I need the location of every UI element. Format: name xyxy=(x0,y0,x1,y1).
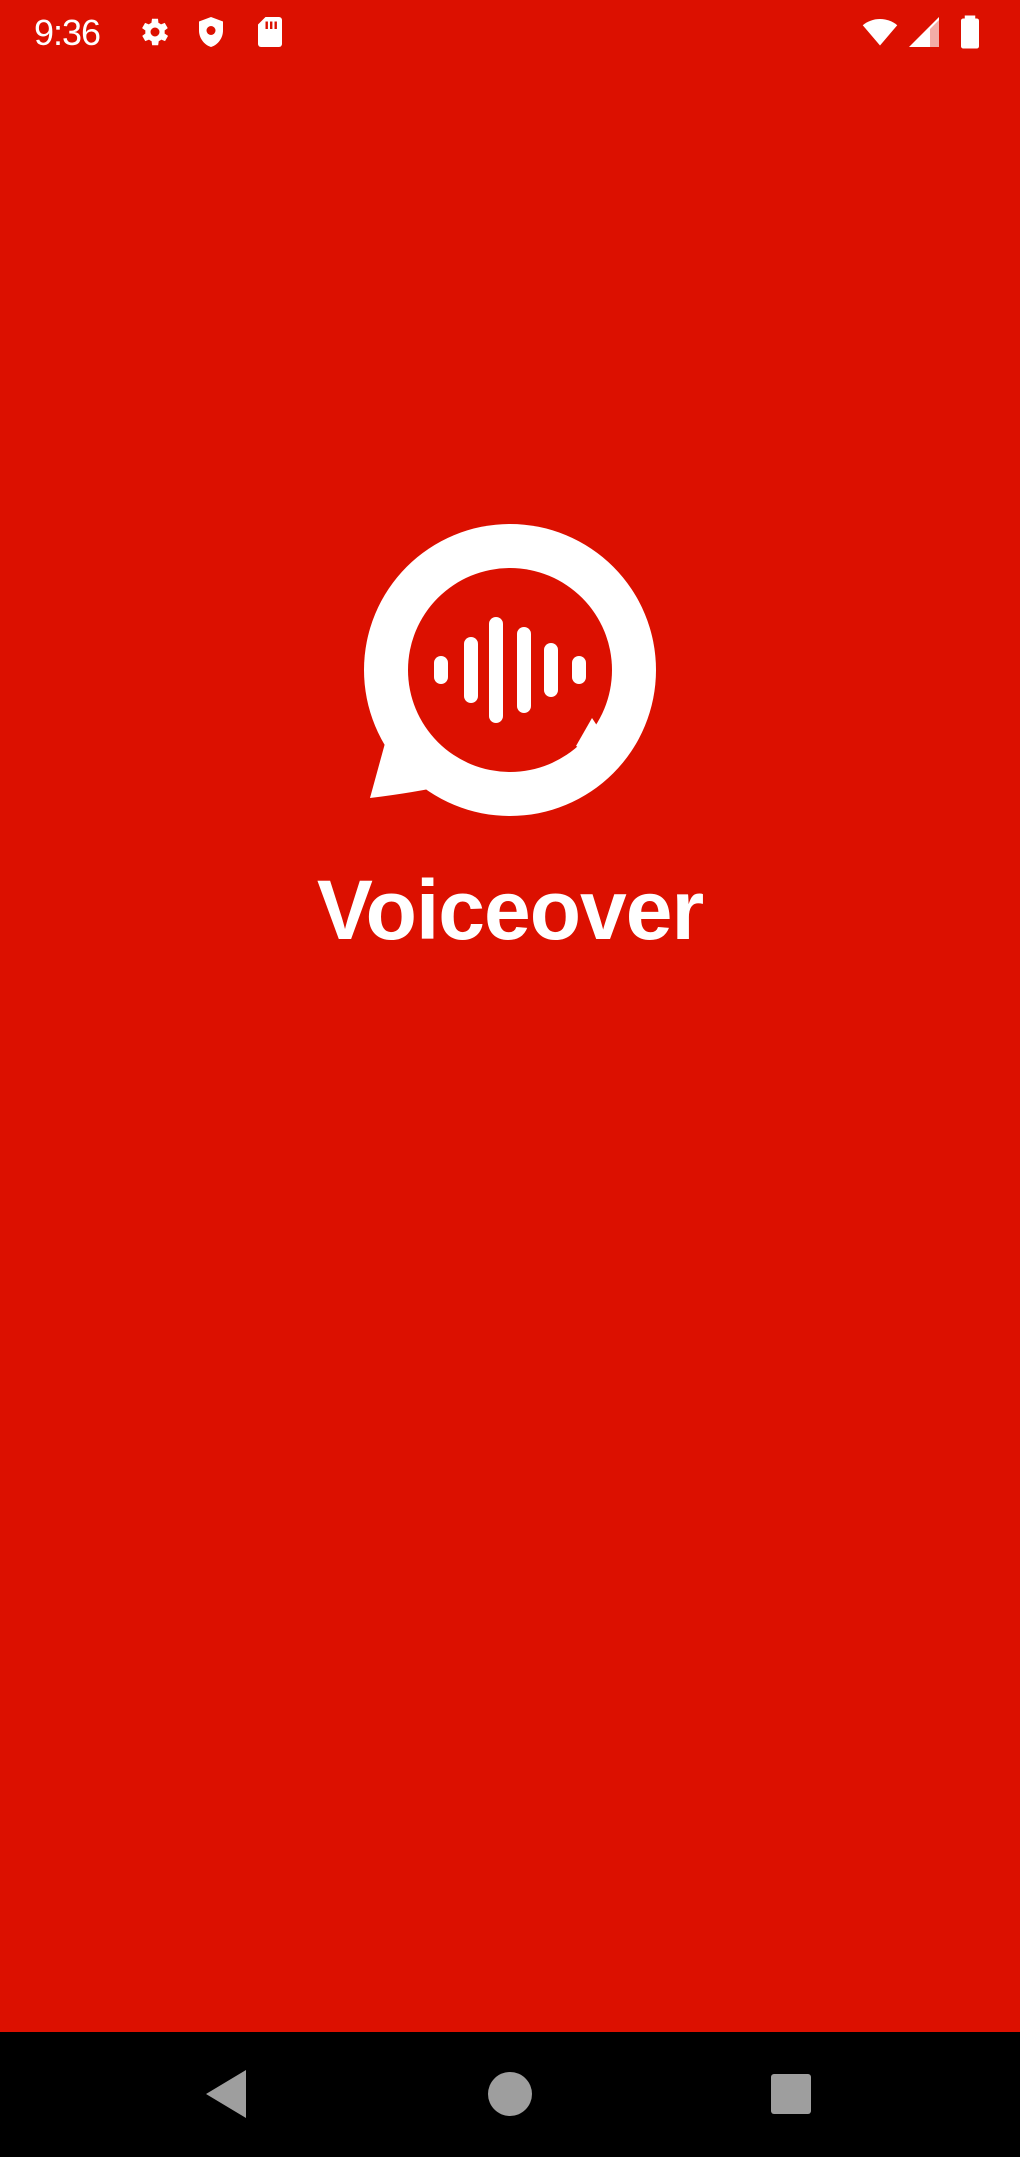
voice-chat-bubble-icon xyxy=(360,520,660,820)
recents-icon[interactable] xyxy=(751,2054,831,2134)
back-icon[interactable] xyxy=(188,2054,268,2134)
navigation-bar xyxy=(0,2032,1020,2157)
shield-icon xyxy=(193,14,229,50)
home-icon[interactable] xyxy=(470,2054,550,2134)
app-name: Voiceover xyxy=(316,863,704,957)
gear-icon xyxy=(137,14,173,50)
status-time: 9:36 xyxy=(34,12,101,53)
sim-card-icon xyxy=(252,14,288,50)
battery-icon xyxy=(952,14,988,50)
signal-icon xyxy=(906,14,942,50)
status-bar: 9:36 xyxy=(0,0,1020,66)
wifi-icon xyxy=(862,14,898,50)
